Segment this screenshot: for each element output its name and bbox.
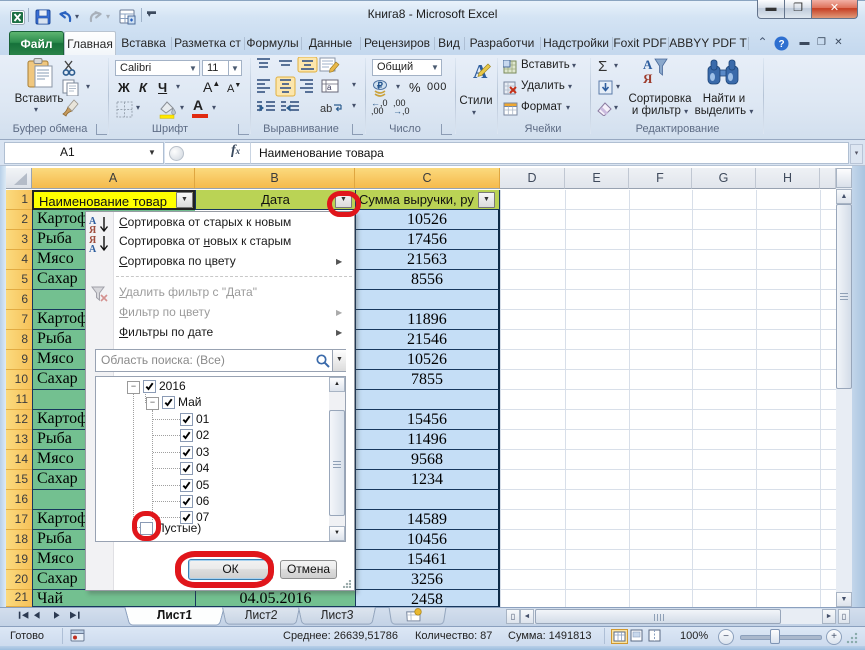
svg-text:А: А: [89, 244, 97, 253]
svg-text:₽: ₽: [377, 81, 383, 91]
svg-text:?: ?: [778, 39, 784, 50]
svg-text:Я: Я: [89, 225, 97, 234]
svg-text:Я: Я: [643, 71, 653, 86]
svg-text:А: А: [643, 57, 653, 72]
svg-text:a: a: [327, 83, 332, 92]
svg-text:ab: ab: [320, 103, 332, 115]
